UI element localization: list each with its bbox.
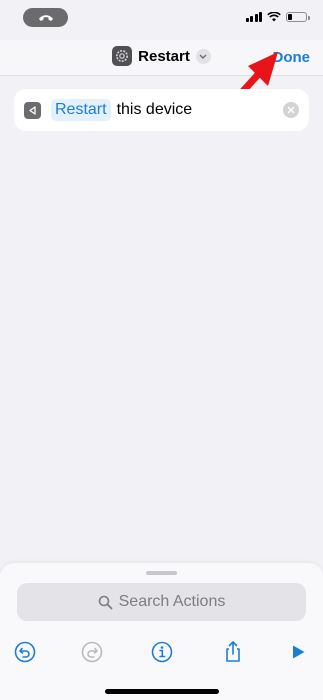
settings-gear-icon [112,46,133,66]
share-icon [226,641,240,662]
remove-action-button[interactable] [283,102,299,118]
call-pill[interactable] [23,8,68,27]
phone-icon [38,15,53,21]
search-actions-input[interactable]: Search Actions [17,583,306,621]
power-icon [24,101,41,119]
play-icon [293,645,305,659]
actions-bottom-sheet: Search Actions [0,563,323,700]
restart-parameter-token[interactable]: Restart [51,99,111,121]
status-bar [0,0,323,40]
chevron-down-icon[interactable] [195,48,211,64]
close-icon [287,106,295,114]
share-button[interactable] [221,640,245,664]
page-title: Restart [138,47,190,65]
undo-button[interactable] [13,640,37,664]
search-icon [98,595,113,609]
wifi-icon [267,12,281,22]
search-placeholder: Search Actions [118,593,226,610]
battery-icon [286,12,310,22]
info-button[interactable] [150,640,174,664]
redo-button[interactable] [80,640,104,664]
run-button[interactable] [286,640,310,664]
info-icon [151,641,173,663]
sheet-grabber[interactable] [146,571,177,575]
home-indicator[interactable] [105,689,219,694]
redo-icon [81,641,103,663]
undo-icon [14,641,36,663]
editor-toolbar [0,640,323,666]
status-icons [245,12,310,22]
action-description: this device [116,101,193,118]
restart-action-card[interactable]: Restart this device [14,89,309,131]
cellular-signal-icon [245,12,262,22]
